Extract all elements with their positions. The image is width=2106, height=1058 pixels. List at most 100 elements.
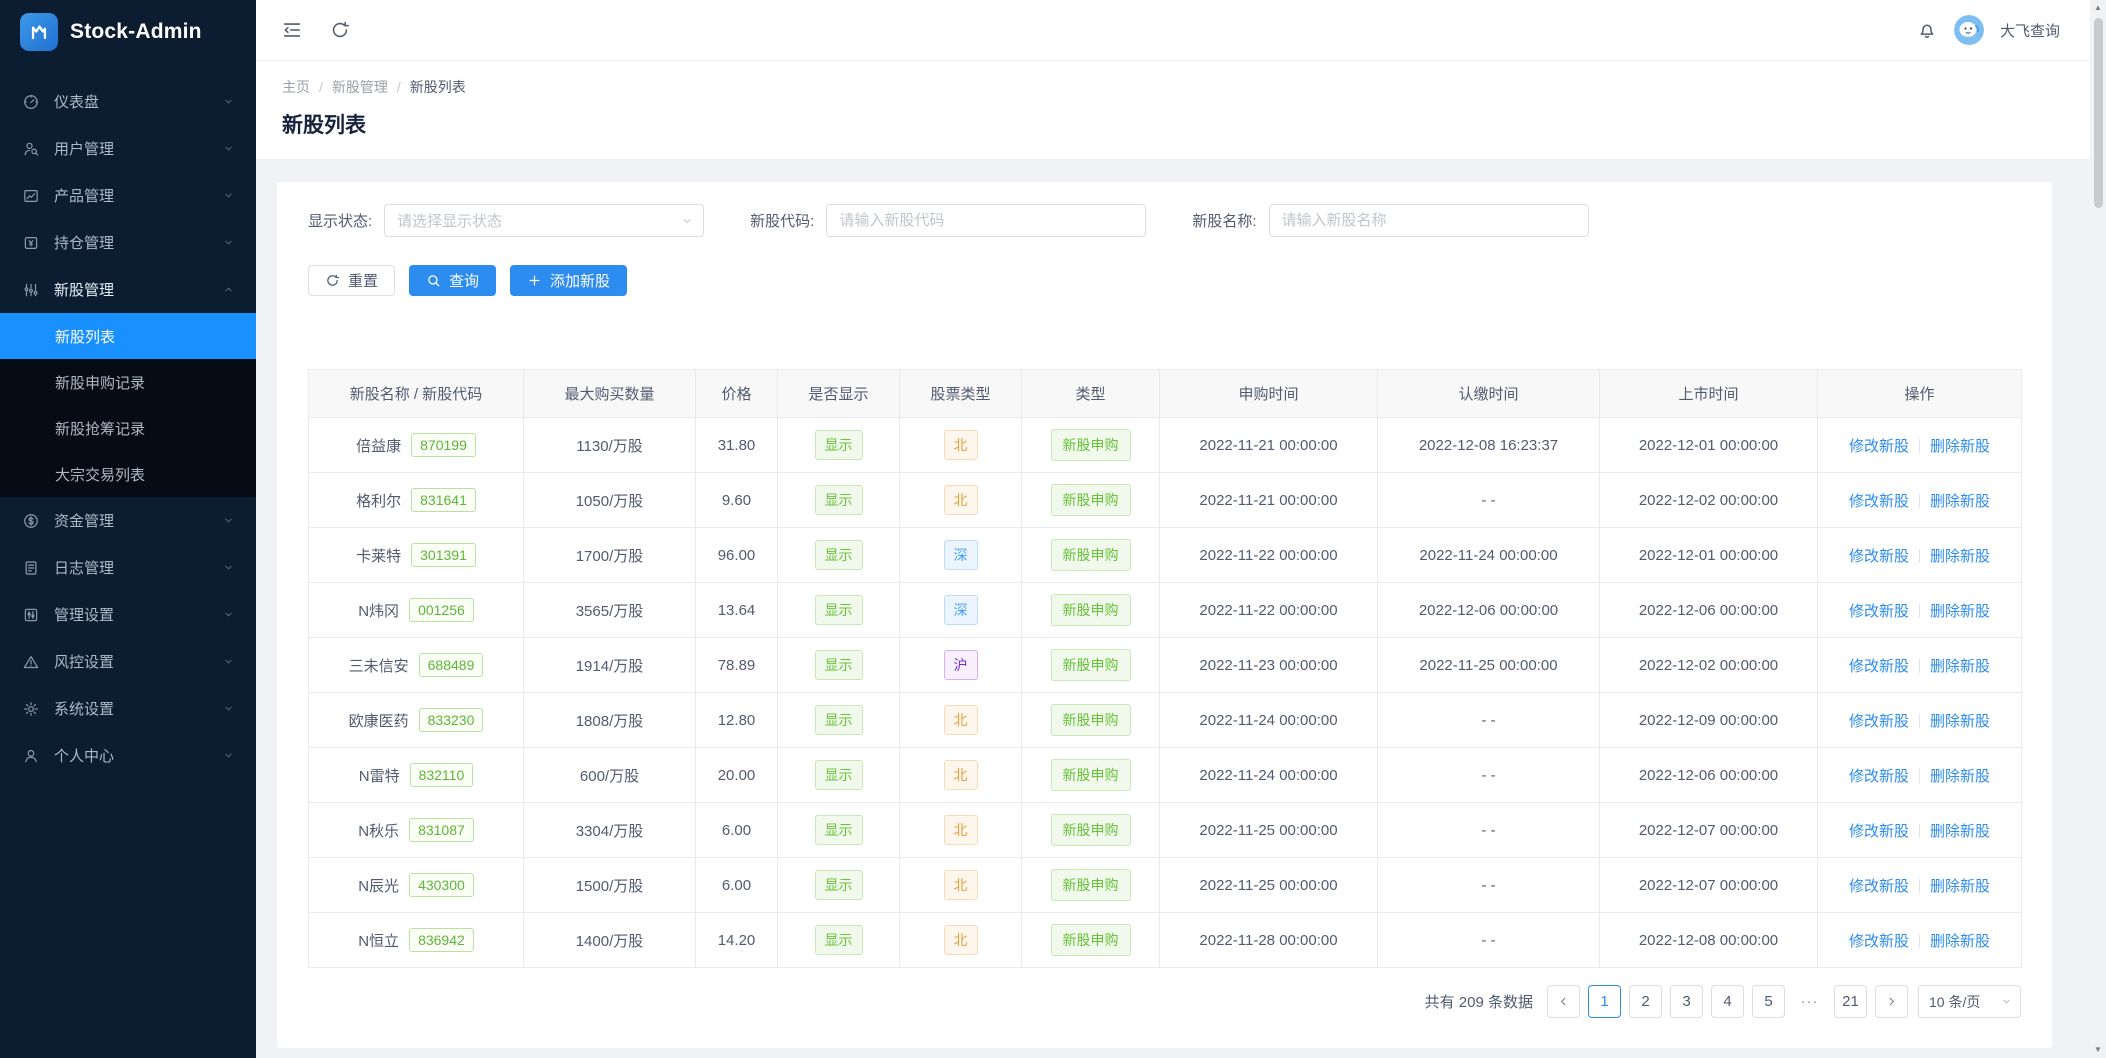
gear-icon <box>22 700 40 718</box>
delete-stock-link[interactable]: 删除新股 <box>1930 493 1990 510</box>
edit-stock-link[interactable]: 修改新股 <box>1849 878 1909 895</box>
table-row: N辰光4303001500/万股6.00显示北新股申购2022-11-25 00… <box>309 858 2022 913</box>
prev-page-button[interactable] <box>1547 985 1580 1018</box>
sidebar-item[interactable]: 持仓管理 <box>0 219 256 266</box>
delete-stock-link[interactable]: 删除新股 <box>1930 823 1990 840</box>
max-buy-cell: 3304/万股 <box>524 803 696 858</box>
position-box-icon <box>22 234 40 252</box>
next-page-button[interactable] <box>1875 985 1908 1018</box>
name-input[interactable] <box>1269 204 1589 237</box>
app-logo[interactable]: Stock-Admin <box>0 0 256 64</box>
edit-stock-link[interactable]: 修改新股 <box>1849 933 1909 950</box>
delete-stock-link[interactable]: 删除新股 <box>1930 713 1990 730</box>
market-type-tag: 北 <box>944 870 978 900</box>
column-header: 申购时间 <box>1160 370 1378 418</box>
topbar-right: 大飞查询 <box>1916 15 2060 45</box>
page-button-4[interactable]: 4 <box>1711 985 1744 1018</box>
sidebar-item[interactable]: 日志管理 <box>0 544 256 591</box>
breadcrumb-separator: / <box>388 79 410 95</box>
scroll-up-arrow[interactable]: ▲ <box>2094 0 2102 16</box>
edit-stock-link[interactable]: 修改新股 <box>1849 603 1909 620</box>
add-stock-button[interactable]: 添加新股 <box>510 265 627 296</box>
page-button-1[interactable]: 1 <box>1588 985 1621 1018</box>
sidebar-item[interactable]: 风控设置 <box>0 638 256 685</box>
subscribe-time-cell: 2022-11-25 00:00:00 <box>1160 858 1378 913</box>
delete-stock-link[interactable]: 删除新股 <box>1930 658 1990 675</box>
max-buy-cell: 1050/万股 <box>524 473 696 528</box>
edit-stock-link[interactable]: 修改新股 <box>1849 713 1909 730</box>
price-cell: 9.60 <box>696 473 778 528</box>
price-cell: 78.89 <box>696 638 778 693</box>
sidebar-subitem[interactable]: 新股抢筹记录 <box>0 405 256 451</box>
market-type-tag: 北 <box>944 815 978 845</box>
sidebar-item[interactable]: 新股管理 <box>0 266 256 313</box>
sidebar-item[interactable]: 仪表盘 <box>0 78 256 125</box>
chevron-right-icon <box>1885 995 1898 1008</box>
edit-stock-link[interactable]: 修改新股 <box>1849 768 1909 785</box>
avatar[interactable] <box>1954 15 1984 45</box>
submenu: 新股列表新股申购记录新股抢筹记录大宗交易列表 <box>0 313 256 497</box>
pagination-total: 共有 209 条数据 <box>1425 991 1533 1012</box>
chevron-down-icon <box>223 750 234 761</box>
sidebar-subitem[interactable]: 新股申购记录 <box>0 359 256 405</box>
show-status-tag: 显示 <box>815 760 863 790</box>
sidebar-item[interactable]: 资金管理 <box>0 497 256 544</box>
collapse-sidebar-icon[interactable] <box>281 19 303 41</box>
delete-stock-link[interactable]: 删除新股 <box>1930 438 1990 455</box>
listing-time-cell: 2022-12-01 00:00:00 <box>1600 528 1818 583</box>
delete-stock-link[interactable]: 删除新股 <box>1930 768 1990 785</box>
scroll-down-arrow[interactable]: ▼ <box>2094 1042 2102 1058</box>
page-size-select[interactable]: 10 条/页 <box>1918 985 2021 1018</box>
payment-time-cell: 2022-11-24 00:00:00 <box>1378 528 1600 583</box>
market-type-tag: 北 <box>944 705 978 735</box>
listing-time-cell: 2022-12-02 00:00:00 <box>1600 638 1818 693</box>
reset-refresh-icon <box>325 273 340 288</box>
sidebar-item[interactable]: 用户管理 <box>0 125 256 172</box>
edit-stock-link[interactable]: 修改新股 <box>1849 658 1909 675</box>
page-button-5[interactable]: 5 <box>1752 985 1785 1018</box>
scrollbar-thumb[interactable] <box>2094 18 2103 208</box>
action-divider <box>1919 934 1920 948</box>
sidebar-subitem[interactable]: 大宗交易列表 <box>0 451 256 497</box>
query-button[interactable]: 查询 <box>409 265 496 296</box>
show-status-tag: 显示 <box>815 430 863 460</box>
payment-time-cell: 2022-11-25 00:00:00 <box>1378 638 1600 693</box>
sidebar-item[interactable]: 管理设置 <box>0 591 256 638</box>
vertical-scrollbar[interactable]: ▲ ▼ <box>2090 0 2106 1058</box>
delete-stock-link[interactable]: 删除新股 <box>1930 603 1990 620</box>
delete-stock-link[interactable]: 删除新股 <box>1930 878 1990 895</box>
notification-bell-icon[interactable] <box>1916 19 1938 41</box>
status-select[interactable]: 请选择显示状态 <box>384 204 704 237</box>
edit-stock-link[interactable]: 修改新股 <box>1849 438 1909 455</box>
breadcrumb-item[interactable]: 新股管理 <box>332 77 388 97</box>
stock-name: 三未信安 <box>349 655 409 676</box>
show-status-tag: 显示 <box>815 925 863 955</box>
sidebar-item-label: 风控设置 <box>54 651 223 672</box>
chevron-down-icon <box>223 609 234 620</box>
action-divider <box>1919 879 1920 893</box>
code-input[interactable] <box>826 204 1146 237</box>
payment-time-cell: - - <box>1378 858 1600 913</box>
page-button-3[interactable]: 3 <box>1670 985 1703 1018</box>
sidebar-item[interactable]: 系统设置 <box>0 685 256 732</box>
breadcrumb-item[interactable]: 主页 <box>282 77 310 97</box>
stock-name: 倍益康 <box>356 435 401 456</box>
market-type-tag: 深 <box>944 595 978 625</box>
refresh-icon[interactable] <box>329 19 351 41</box>
reset-button[interactable]: 重置 <box>308 265 395 296</box>
sidebar-item-label: 资金管理 <box>54 510 223 531</box>
sidebar-item[interactable]: 产品管理 <box>0 172 256 219</box>
edit-stock-link[interactable]: 修改新股 <box>1849 823 1909 840</box>
page-button-21[interactable]: 21 <box>1834 985 1867 1018</box>
subscribe-time-cell: 2022-11-28 00:00:00 <box>1160 913 1378 968</box>
sidebar-subitem[interactable]: 新股列表 <box>0 313 256 359</box>
user-name[interactable]: 大飞查询 <box>2000 20 2060 41</box>
status-filter-group: 显示状态: 请选择显示状态 <box>308 204 704 237</box>
edit-stock-link[interactable]: 修改新股 <box>1849 493 1909 510</box>
edit-stock-link[interactable]: 修改新股 <box>1849 548 1909 565</box>
price-cell: 13.64 <box>696 583 778 638</box>
page-button-2[interactable]: 2 <box>1629 985 1662 1018</box>
delete-stock-link[interactable]: 删除新股 <box>1930 548 1990 565</box>
delete-stock-link[interactable]: 删除新股 <box>1930 933 1990 950</box>
sidebar-item[interactable]: 个人中心 <box>0 732 256 779</box>
